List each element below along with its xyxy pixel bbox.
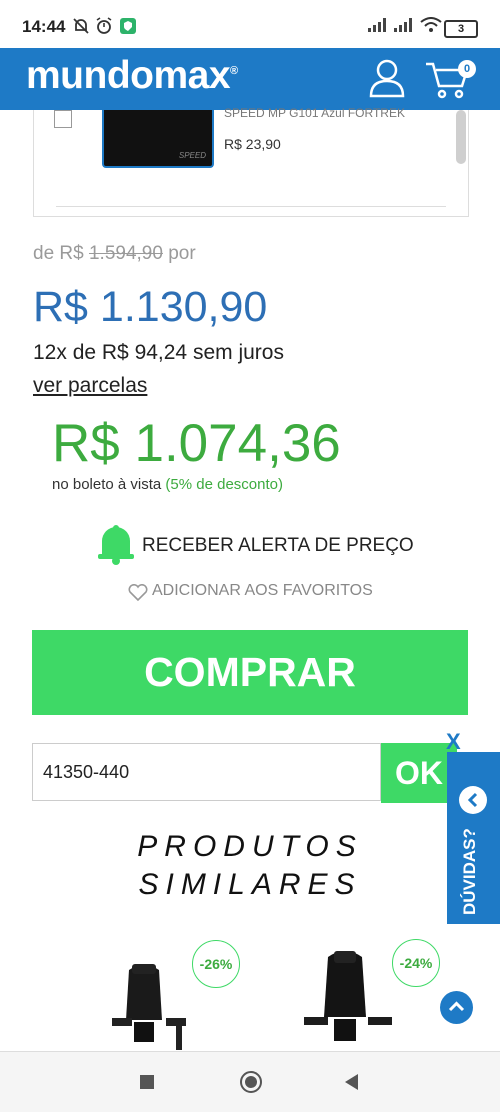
wifi-icon [420,17,442,38]
gaming-chair-image[interactable] [300,945,400,1056]
shield-app-icon [119,17,137,40]
system-nav-bar [0,1051,500,1112]
ver-parcelas-link[interactable]: ver parcelas [33,374,147,398]
buy-button[interactable]: COMPRAR [32,630,468,715]
installments-text: 12x de R$ 94,24 sem juros [33,341,284,364]
app-header: mundomax® 0 [0,48,500,110]
alarm-icon [95,17,113,40]
cep-input[interactable] [32,743,381,801]
bell-icon [96,523,136,570]
signal-icon [368,17,390,38]
chevron-left-icon [459,786,487,814]
bundle-product-card: SPEED SPEED MP G101 Azul FORTREK R$ 23,9… [33,106,469,217]
mousepad-thumbnail: SPEED [102,110,214,168]
discount-badge: -26% [192,940,240,988]
scroll-to-top-button[interactable] [440,991,473,1024]
bundle-item-price: R$ 23,90 [224,136,281,152]
divider [56,206,446,207]
heart-icon [128,583,148,607]
brand-logo[interactable]: mundomax® [26,54,238,98]
boleto-price: R$ 1.074,36 [52,414,341,473]
price-alert-label: RECEBER ALERTA DE PREÇO [142,535,414,556]
gaming-chair-image[interactable] [104,960,194,1055]
cart-count-badge: 0 [458,60,476,78]
signal-icon-2 [394,17,416,38]
favorites-label: ADICIONAR AOS FAVORITOS [152,582,373,599]
old-price: de R$ 1.594,90 por [33,243,196,264]
user-account-icon[interactable] [368,58,406,103]
battery-icon: 3 [444,20,478,38]
main-price: R$ 1.130,90 [33,283,268,331]
boleto-caption: no boleto à vista (5% de desconto) [52,476,283,493]
home-icon[interactable] [240,1071,262,1093]
status-bar: 14:44 3 [0,0,500,48]
similar-products-title: PRODUTOS SIMILARES [137,830,363,901]
bundle-checkbox[interactable] [54,110,72,128]
scrollbar[interactable] [456,110,466,164]
back-icon[interactable] [345,1074,358,1090]
mute-bell-icon [72,17,90,40]
recent-apps-icon[interactable] [140,1075,154,1089]
product-title: SPEED MP G101 Azul FORTREK [224,106,405,120]
clock: 14:44 [22,17,66,36]
